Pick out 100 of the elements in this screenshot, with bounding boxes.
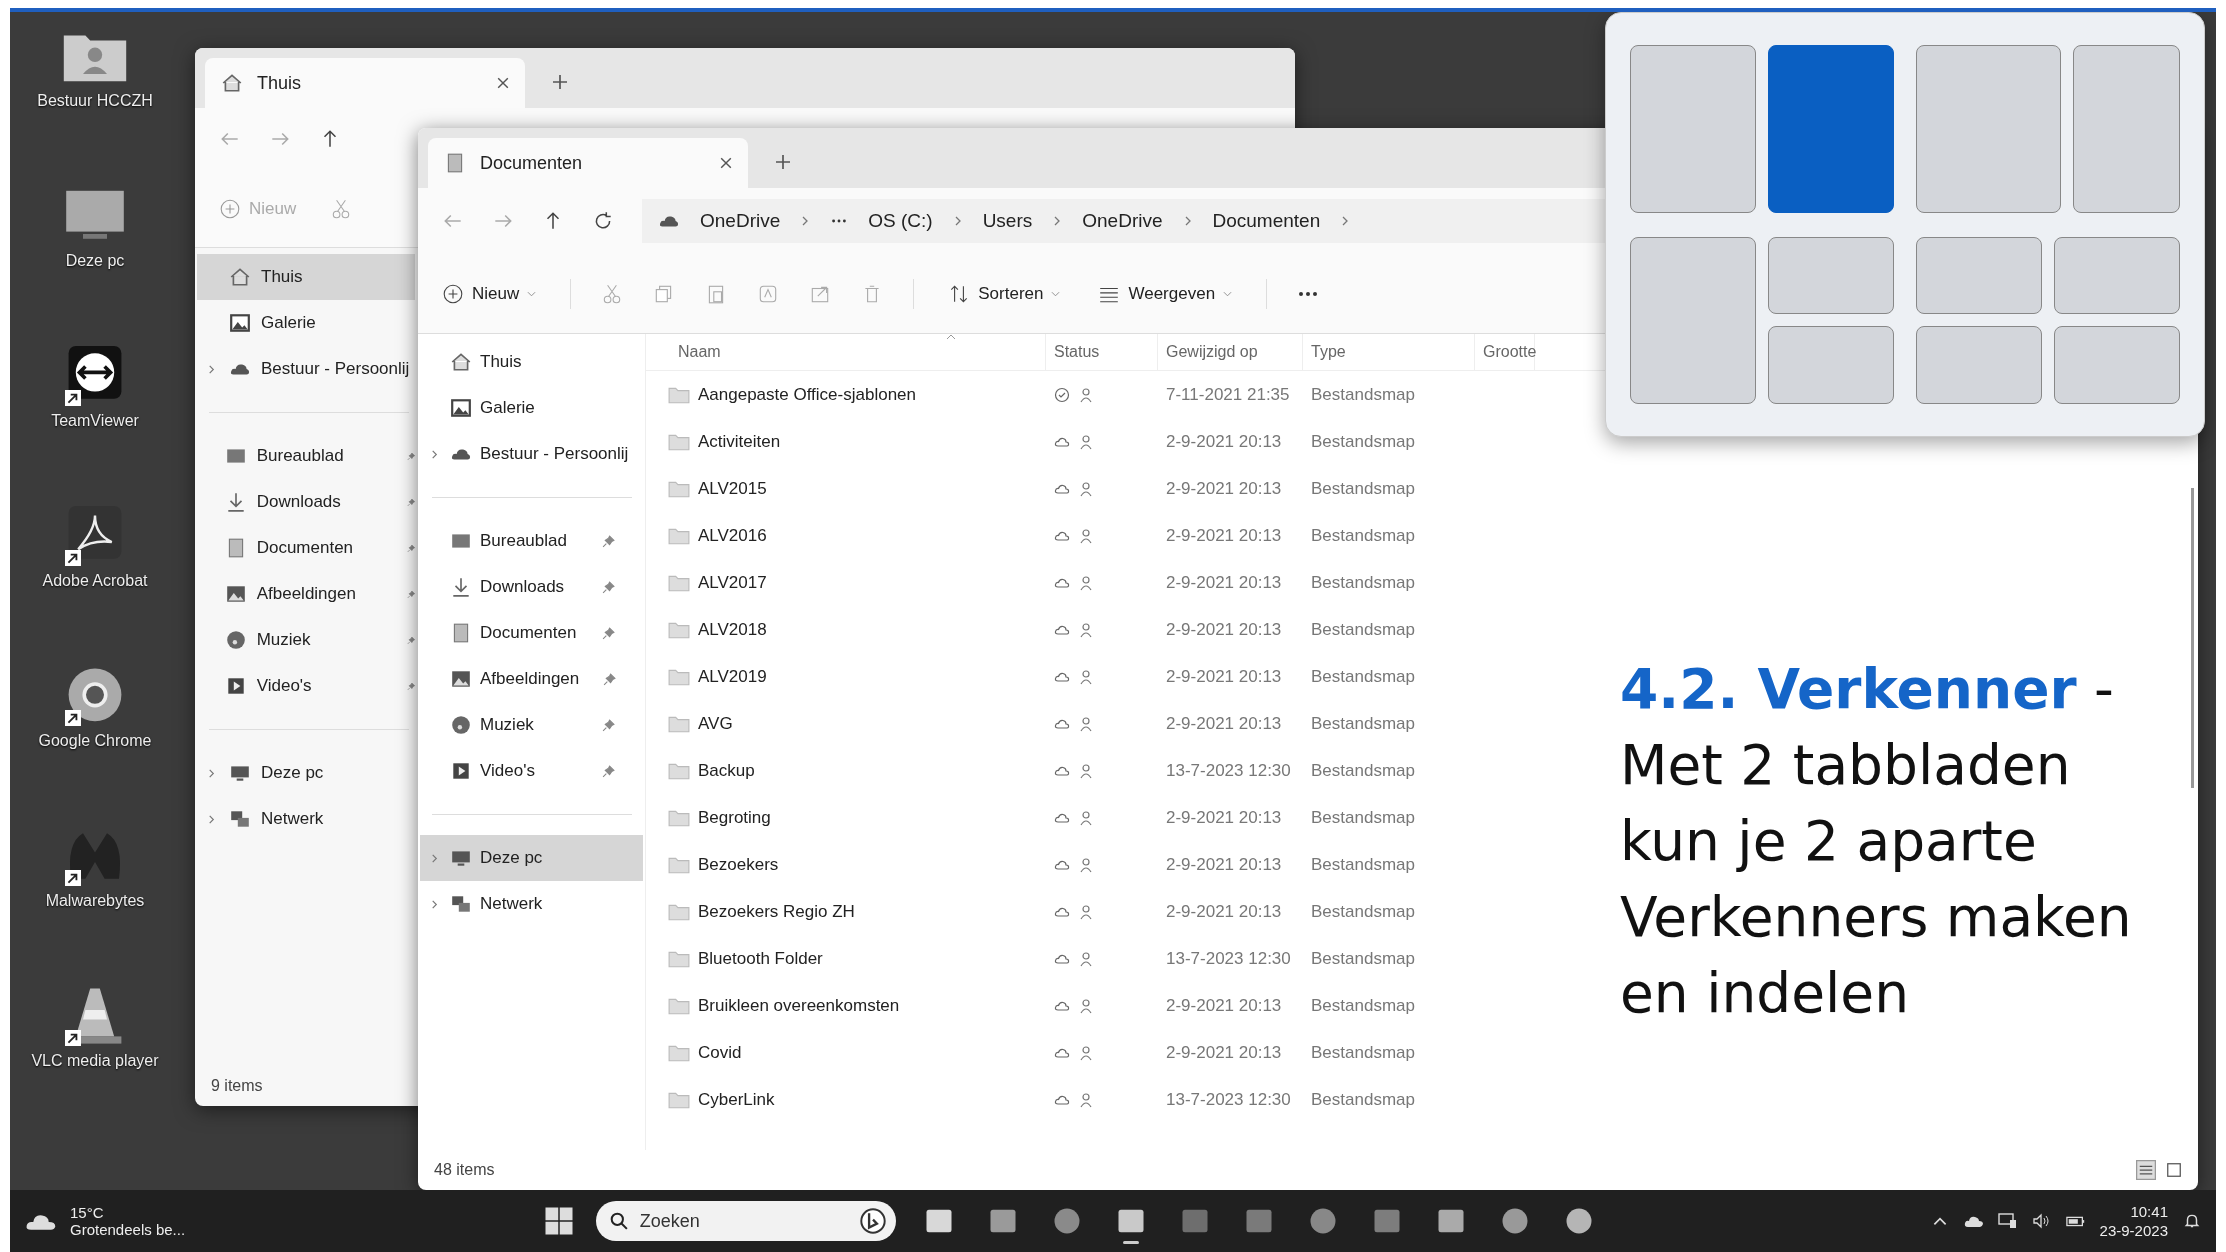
- modified-date: 13-7-2023 12:30: [1166, 760, 1291, 781]
- snap-zone[interactable]: [1916, 236, 2042, 315]
- sidebar-item[interactable]: Thuis: [197, 254, 415, 300]
- person-icon: [1078, 386, 1094, 403]
- snap-zone[interactable]: [1916, 45, 2061, 213]
- file-row[interactable]: Bezoekers Regio ZH 2-9-2021 20:13 Bestandsmap: [646, 888, 1546, 935]
- file-type: Bestandsmap: [1311, 666, 1415, 687]
- sidebar-item[interactable]: Documenten: [420, 610, 643, 656]
- folder-icon: [668, 479, 690, 498]
- sidebar-item[interactable]: Deze pc: [197, 750, 415, 796]
- file-row[interactable]: Aangepaste Office-sjablonen 7-11-2021 21:35 Bestandsmap: [646, 371, 1546, 418]
- column-header[interactable]: Status: [1046, 334, 1158, 370]
- column-header[interactable]: Grootte: [1475, 334, 1535, 370]
- sidebar-item[interactable]: Downloads: [197, 479, 415, 525]
- desktop-shortcut[interactable]: Malwarebytes: [20, 826, 170, 956]
- start-icon[interactable]: [543, 1206, 574, 1236]
- desktop-shortcut[interactable]: VLC media player: [20, 986, 170, 1116]
- tiles-view-icon[interactable]: [2164, 1160, 2184, 1180]
- desktop-shortcut[interactable]: TeamViewer: [20, 346, 170, 476]
- file-row[interactable]: AVG 2-9-2021 20:13 Bestandsmap: [646, 700, 1546, 747]
- file-row[interactable]: ALV2017 2-9-2021 20:13 Bestandsmap: [646, 559, 1546, 606]
- snap-zone[interactable]: [2072, 45, 2180, 213]
- sidebar-item[interactable]: Galerie: [197, 300, 415, 346]
- sidebar-item[interactable]: Afbeeldingen: [420, 656, 643, 702]
- modified-date: 2-9-2021 20:13: [1166, 854, 1282, 875]
- file-row[interactable]: ALV2015 2-9-2021 20:13 Bestandsmap: [646, 465, 1546, 512]
- network-icon[interactable]: [1997, 1212, 2018, 1230]
- sidebar-item[interactable]: Bestuur - Persoonlij: [197, 346, 415, 392]
- speaker-icon[interactable]: [2031, 1212, 2052, 1230]
- file-row[interactable]: Backup 13-7-2023 12:30 Bestandsmap: [646, 747, 1546, 794]
- sidebar-item[interactable]: Bureaublad: [420, 518, 643, 564]
- file-row[interactable]: ALV2018 2-9-2021 20:13 Bestandsmap: [646, 606, 1546, 653]
- sidebar-item[interactable]: Downloads: [420, 564, 643, 610]
- ellipsis-icon[interactable]: [830, 218, 849, 224]
- file-row[interactable]: Begroting 2-9-2021 20:13 Bestandsmap: [646, 794, 1546, 841]
- desktop-shortcut[interactable]: Bestuur HCCZH: [20, 26, 170, 156]
- window-tab[interactable]: Thuis: [205, 58, 525, 108]
- sidebar-item[interactable]: Bureaublad: [197, 433, 415, 479]
- sidebar-item[interactable]: Netwerk: [197, 796, 415, 842]
- view-button[interactable]: Weergeven: [1094, 276, 1237, 311]
- new-tab-icon[interactable]: [776, 155, 790, 169]
- column-header[interactable]: Naam: [646, 334, 1046, 370]
- bell-icon[interactable]: [2182, 1212, 2202, 1230]
- sidebar-item[interactable]: Documenten: [197, 525, 415, 571]
- details-view-icon[interactable]: [2136, 1160, 2156, 1180]
- person-icon: [1078, 715, 1094, 732]
- snap-zone[interactable]: [2054, 326, 2180, 404]
- search-input[interactable]: Zoeken: [637, 1209, 850, 1233]
- close-icon[interactable]: [497, 77, 509, 89]
- file-type: Bestandsmap: [1311, 901, 1415, 922]
- window-tab[interactable]: Documenten: [428, 138, 748, 188]
- sidebar-item[interactable]: Bestuur - Persoonlij: [420, 431, 643, 477]
- person-icon: [1078, 668, 1094, 685]
- file-row[interactable]: Covid 2-9-2021 20:13 Bestandsmap: [646, 1029, 1546, 1076]
- file-row[interactable]: Bluetooth Folder 13-7-2023 12:30 Bestandsmap: [646, 935, 1546, 982]
- sidebar-item[interactable]: Thuis: [420, 339, 643, 385]
- sidebar-item[interactable]: Video's: [420, 748, 643, 794]
- close-icon[interactable]: [720, 157, 732, 169]
- file-row[interactable]: ALV2016 2-9-2021 20:13 Bestandsmap: [646, 512, 1546, 559]
- b-circle-icon[interactable]: [859, 1208, 886, 1234]
- breadcrumb-item[interactable]: OneDrive: [1082, 210, 1163, 232]
- sidebar-item[interactable]: Muziek: [197, 617, 415, 663]
- shortcut-arrow-icon: [65, 390, 81, 406]
- desktop-shortcut[interactable]: Google Chrome: [20, 666, 170, 796]
- breadcrumb-item[interactable]: OneDrive: [700, 210, 781, 232]
- scrollbar[interactable]: [2191, 488, 2194, 788]
- breadcrumb-item[interactable]: Documenten: [1212, 210, 1321, 232]
- file-row[interactable]: Activiteiten 2-9-2021 20:13 Bestandsmap: [646, 418, 1546, 465]
- person-icon: [1078, 762, 1094, 779]
- breadcrumb-item[interactable]: Users: [982, 210, 1033, 232]
- folder-icon: [668, 855, 690, 874]
- snap-zone[interactable]: [1630, 236, 1756, 404]
- new-tab-icon[interactable]: [553, 75, 567, 89]
- more-options-icon[interactable]: [1297, 290, 1320, 297]
- folder-icon: [668, 761, 690, 780]
- snap-zone[interactable]: [1768, 326, 1894, 404]
- snap-zone[interactable]: [2054, 236, 2180, 315]
- snap-zone[interactable]: [1768, 236, 1894, 315]
- sidebar-item[interactable]: Galerie: [420, 385, 643, 431]
- clock[interactable]: 10:41 23-9-2023: [2099, 1201, 2168, 1241]
- file-row[interactable]: ALV2019 2-9-2021 20:13 Bestandsmap: [646, 653, 1546, 700]
- desktop-shortcut[interactable]: Adobe Acrobat: [20, 506, 170, 636]
- desktop-shortcut[interactable]: Deze pc: [20, 186, 170, 316]
- column-header[interactable]: Gewijzigd op: [1158, 334, 1303, 370]
- snap-zone[interactable]: [1916, 326, 2042, 404]
- search-field[interactable]: Zoeken: [595, 1201, 896, 1241]
- column-header[interactable]: Type: [1303, 334, 1475, 370]
- sidebar-item[interactable]: Video's: [197, 663, 415, 709]
- sidebar-item[interactable]: Deze pc: [420, 835, 643, 881]
- file-row[interactable]: CyberLink 13-7-2023 12:30 Bestandsmap: [646, 1076, 1546, 1123]
- sidebar-item[interactable]: Netwerk: [420, 881, 643, 927]
- file-row[interactable]: Bezoekers 2-9-2021 20:13 Bestandsmap: [646, 841, 1546, 888]
- sidebar-item[interactable]: Afbeeldingen: [197, 571, 415, 617]
- file-row[interactable]: Bruikleen overeenkomsten 2-9-2021 20:13 Bestandsmap: [646, 982, 1546, 1029]
- breadcrumb-item[interactable]: OS (C:): [868, 210, 933, 232]
- snap-zone[interactable]: [1630, 45, 1756, 213]
- file-type: Bestandsmap: [1311, 1089, 1415, 1110]
- sidebar-item[interactable]: Muziek: [420, 702, 643, 748]
- sort-button[interactable]: Sorteren: [944, 276, 1065, 311]
- new-button[interactable]: Nieuw: [438, 276, 541, 311]
